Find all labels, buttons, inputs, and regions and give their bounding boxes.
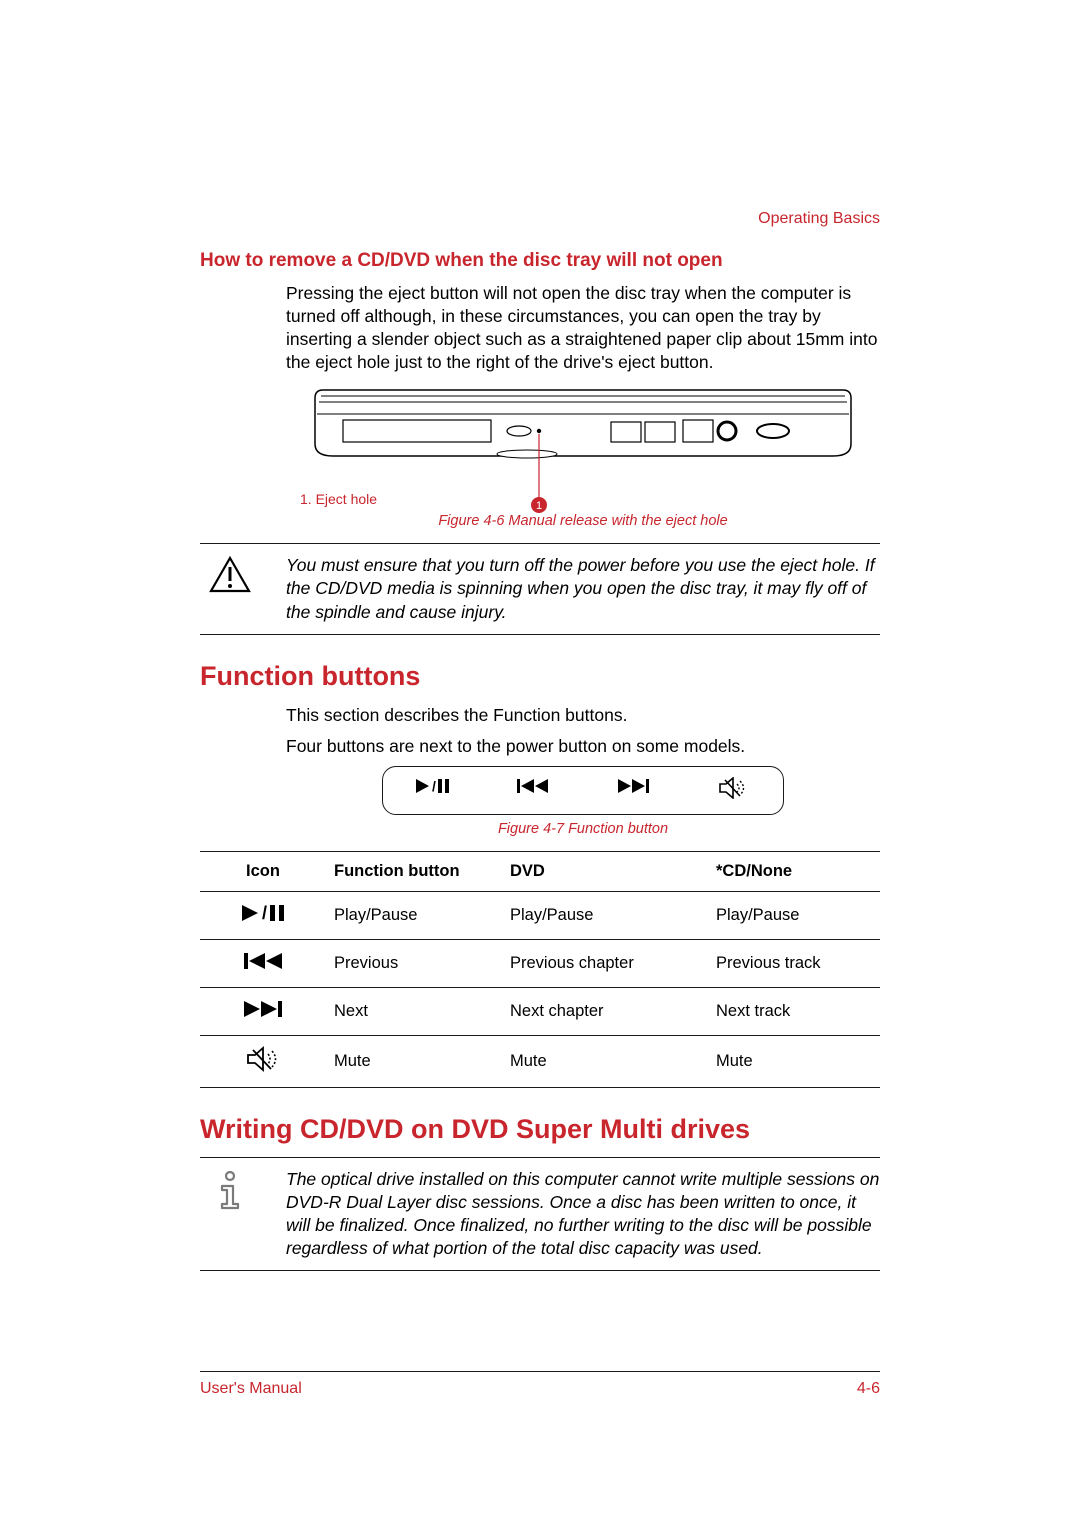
- footer-right: 4-6: [857, 1380, 880, 1398]
- svg-text:/: /: [262, 903, 267, 923]
- page: Operating Basics How to remove a CD/DVD …: [0, 0, 1080, 1528]
- chapter-header: Operating Basics: [200, 210, 880, 228]
- cell-fb: Next: [326, 987, 502, 1035]
- warning-text: You must ensure that you turn off the po…: [286, 554, 880, 623]
- table-row: / Play/Pause Play/Pause Play/Pause: [200, 891, 880, 939]
- function-buttons-line1: This section describes the Function butt…: [286, 704, 880, 727]
- cell-fb: Mute: [326, 1035, 502, 1087]
- diagram-previous-icon: [483, 777, 583, 804]
- table-row: Next Next chapter Next track: [200, 987, 880, 1035]
- cell-cd: Mute: [708, 1035, 880, 1087]
- cell-dvd: Play/Pause: [502, 891, 708, 939]
- function-button-diagram: /: [286, 766, 880, 815]
- info-icon: [200, 1168, 260, 1212]
- th-dvd: DVD: [502, 851, 708, 891]
- th-icon: Icon: [200, 851, 326, 891]
- table-header-row: Icon Function button DVD *CD/None: [200, 851, 880, 891]
- section-function-buttons-title: Function buttons: [200, 661, 880, 692]
- page-footer: User's Manual 4-6: [200, 1371, 880, 1398]
- function-buttons-line2: Four buttons are next to the power butto…: [286, 735, 880, 758]
- diagram-next-icon: [583, 777, 683, 804]
- next-icon: [200, 987, 326, 1035]
- section-remove-cd-title: How to remove a CD/DVD when the disc tra…: [200, 250, 880, 272]
- mute-icon: [200, 1035, 326, 1087]
- cell-cd: Previous track: [708, 939, 880, 987]
- cell-dvd: Mute: [502, 1035, 708, 1087]
- svg-text:/: /: [432, 778, 436, 794]
- footer-left: User's Manual: [200, 1380, 302, 1398]
- previous-icon: [200, 939, 326, 987]
- warning-callout: You must ensure that you turn off the po…: [200, 543, 880, 634]
- th-function-button: Function button: [326, 851, 502, 891]
- cell-fb: Previous: [326, 939, 502, 987]
- cell-dvd: Next chapter: [502, 987, 708, 1035]
- optical-drive-figure: 1: [286, 382, 880, 487]
- figure-4-7-caption: Figure 4-7 Function button: [286, 821, 880, 837]
- info-callout: The optical drive installed on this comp…: [200, 1157, 880, 1271]
- cell-fb: Play/Pause: [326, 891, 502, 939]
- warning-icon: [200, 554, 260, 594]
- function-button-table: Icon Function button DVD *CD/None / Play…: [200, 851, 880, 1088]
- table-row: Mute Mute Mute: [200, 1035, 880, 1087]
- diagram-play-pause-icon: /: [383, 777, 483, 804]
- info-text: The optical drive installed on this comp…: [286, 1168, 880, 1260]
- section-writing-cd-dvd-title: Writing CD/DVD on DVD Super Multi drives: [200, 1114, 880, 1145]
- remove-cd-paragraph: Pressing the eject button will not open …: [286, 282, 880, 374]
- callout-number-1: 1: [536, 500, 542, 512]
- th-cd-none: *CD/None: [708, 851, 880, 891]
- optical-drive-illustration: 1: [303, 382, 863, 487]
- cell-dvd: Previous chapter: [502, 939, 708, 987]
- play-pause-icon: /: [200, 891, 326, 939]
- cell-cd: Play/Pause: [708, 891, 880, 939]
- cell-cd: Next track: [708, 987, 880, 1035]
- table-row: Previous Previous chapter Previous track: [200, 939, 880, 987]
- diagram-mute-icon: [683, 777, 783, 804]
- content-area: Operating Basics How to remove a CD/DVD …: [200, 210, 880, 1358]
